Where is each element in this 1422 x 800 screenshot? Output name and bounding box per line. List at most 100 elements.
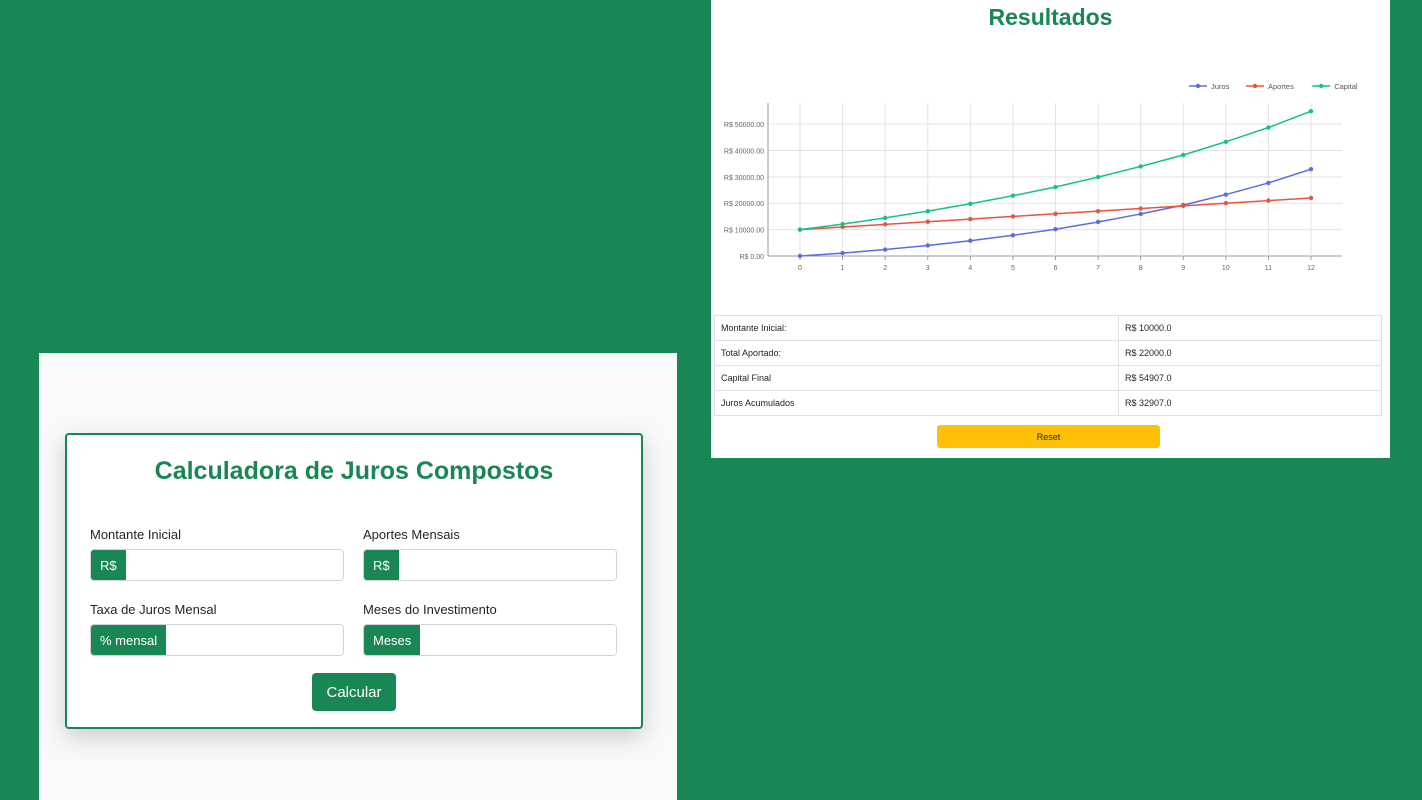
table-row: Capital Final R$ 54907.0: [714, 365, 1382, 391]
taxa-juros-group: % mensal: [90, 624, 344, 656]
montante-inicial-field: Montante Inicial R$: [90, 527, 344, 581]
data-point-aportes: [925, 219, 930, 224]
meses-investimento-field: Meses do Investimento Meses: [363, 602, 617, 656]
y-tick-label: R$ 50000.00: [724, 122, 764, 129]
meses-investimento-input[interactable]: [420, 625, 616, 655]
data-point-aportes: [882, 222, 888, 227]
x-tick-label: 10: [1222, 265, 1230, 272]
table-cell-label: Capital Final: [714, 365, 1119, 391]
taxa-juros-label: Taxa de Juros Mensal: [90, 602, 217, 617]
results-panel: Resultados R$ 0.00 R$ 10000.00 R$ 20000.00…: [711, 0, 1390, 458]
currency-addon: R$: [364, 550, 399, 580]
data-point-juros: [968, 238, 973, 243]
data-point-juros: [925, 243, 930, 248]
data-point-aportes: [1181, 203, 1186, 209]
data-point-juros: [882, 247, 888, 252]
legend-label: Capital: [1334, 82, 1358, 91]
calculator-title: Calculadora de Juros Compostos: [154, 457, 554, 485]
x-tick-label: 0: [798, 265, 802, 272]
x-tick-label: 12: [1307, 265, 1315, 272]
data-point-capital: [1223, 139, 1229, 144]
legend-marker: [1195, 83, 1201, 89]
taxa-juros-input[interactable]: [166, 625, 343, 655]
data-point-juros: [1308, 166, 1314, 172]
data-point-aportes: [1266, 198, 1271, 203]
data-point-capital: [1266, 125, 1271, 130]
data-point-aportes: [1010, 214, 1016, 219]
y-tick-label: R$ 40000.00: [724, 148, 764, 155]
montante-inicial-label: Montante Inicial: [90, 527, 182, 542]
data-point-capital: [1010, 193, 1016, 198]
x-tick-label: 1: [841, 265, 845, 272]
taxa-juros-field: Taxa de Juros Mensal % mensal: [90, 602, 344, 656]
data-point-capital: [925, 208, 930, 214]
currency-addon: R$: [91, 550, 126, 580]
data-point-aportes: [1138, 206, 1143, 211]
calcular-button[interactable]: Calcular: [312, 673, 396, 711]
data-point-juros: [1223, 192, 1229, 197]
table-row: Total Aportado: R$ 22000.0: [714, 340, 1382, 366]
x-tick-label: 7: [1096, 265, 1100, 272]
data-point-capital: [1095, 174, 1101, 180]
y-tick-label: R$ 20000.00: [724, 201, 764, 208]
x-tick-label: 6: [1054, 265, 1058, 272]
montante-inicial-group: R$: [90, 549, 344, 581]
data-point-juros: [1095, 219, 1101, 225]
table-cell-label: Montante Inicial:: [714, 315, 1119, 341]
data-point-aportes: [1095, 208, 1101, 214]
data-point-juros: [1053, 227, 1058, 232]
aportes-mensais-group: R$: [363, 549, 617, 581]
calculator-panel: Calculadora de Juros Compostos Montante …: [39, 353, 677, 800]
results-line-chart: R$ 0.00 R$ 10000.00 R$ 20000.00 R$ 30000.00…: [724, 82, 1358, 272]
data-point-capital: [1138, 164, 1143, 169]
x-tick-label: 11: [1265, 265, 1272, 272]
legend-label: Aportes: [1268, 82, 1294, 91]
legend-marker: [1319, 83, 1324, 89]
x-tick-label: 3: [926, 265, 930, 272]
table-cell-label: Juros Acumulados: [714, 390, 1119, 416]
data-point-capital: [1308, 108, 1314, 114]
reset-button[interactable]: Reset: [937, 425, 1160, 448]
table-cell-value: R$ 54907.0: [1118, 365, 1382, 391]
meses-investimento-group: Meses: [363, 624, 617, 656]
table-cell-value: R$ 32907.0: [1118, 390, 1382, 416]
data-point-juros: [797, 253, 803, 259]
data-point-capital: [968, 201, 973, 206]
data-point-juros: [1010, 233, 1016, 238]
aportes-mensais-label: Aportes Mensais: [363, 527, 460, 542]
y-tick-label: R$ 10000.00: [724, 228, 764, 235]
data-point-capital: [882, 215, 888, 221]
data-point-capital: [797, 227, 803, 232]
aportes-mensais-input[interactable]: [398, 550, 616, 580]
legend-marker: [1252, 83, 1258, 89]
x-tick-label: 8: [1139, 265, 1143, 272]
x-tick-label: 9: [1181, 265, 1185, 272]
table-cell-value: R$ 22000.0: [1118, 340, 1382, 366]
table-row: Juros Acumulados R$ 32907.0: [714, 390, 1382, 416]
montante-inicial-input[interactable]: [125, 550, 343, 580]
data-point-capital: [1181, 152, 1186, 158]
table-row: Montante Inicial: R$ 10000.0: [714, 315, 1382, 341]
months-addon: Meses: [364, 625, 421, 655]
calculator-card: Calculadora de Juros Compostos Montante …: [65, 433, 643, 729]
results-title: Resultados: [988, 4, 1113, 30]
data-point-aportes: [1223, 201, 1229, 206]
data-point-juros: [840, 250, 845, 256]
meses-investimento-label: Meses do Investimento: [363, 602, 497, 617]
table-cell-label: Total Aportado:: [714, 340, 1119, 366]
percent-addon: % mensal: [91, 625, 167, 655]
data-point-juros: [1266, 180, 1271, 186]
x-tick-label: 4: [968, 265, 972, 272]
table-cell-value: R$ 10000.0: [1118, 315, 1382, 341]
data-point-aportes: [1053, 211, 1058, 216]
data-point-aportes: [1308, 195, 1314, 201]
data-point-aportes: [968, 216, 973, 222]
data-point-capital: [840, 221, 845, 227]
y-tick-label: R$ 0.00: [739, 254, 764, 261]
x-tick-label: 5: [1011, 265, 1015, 272]
results-table: Montante Inicial: R$ 10000.0 Total Aport…: [714, 315, 1382, 416]
x-tick-label: 2: [883, 265, 887, 272]
data-point-juros: [1138, 211, 1143, 217]
legend-label: Juros: [1211, 82, 1230, 91]
y-tick-label: R$ 30000.00: [724, 175, 764, 182]
